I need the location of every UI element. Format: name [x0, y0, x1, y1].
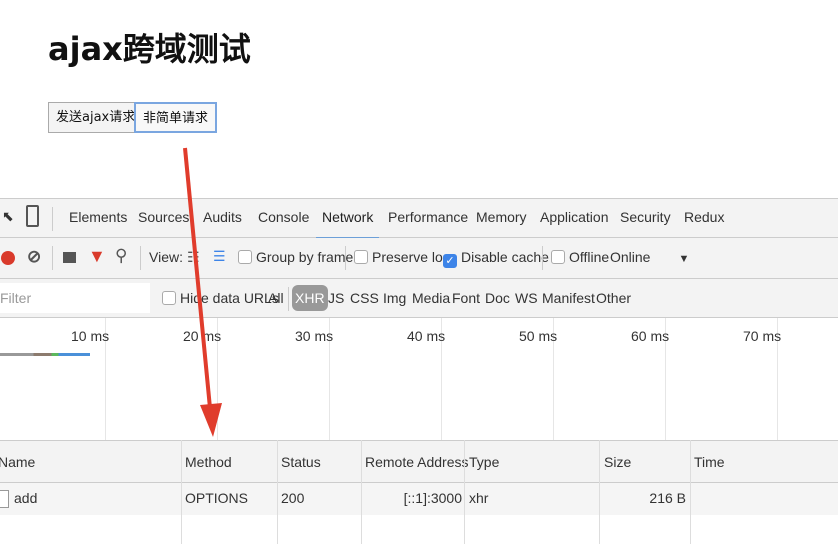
red-arrow-annotation [183, 147, 222, 437]
